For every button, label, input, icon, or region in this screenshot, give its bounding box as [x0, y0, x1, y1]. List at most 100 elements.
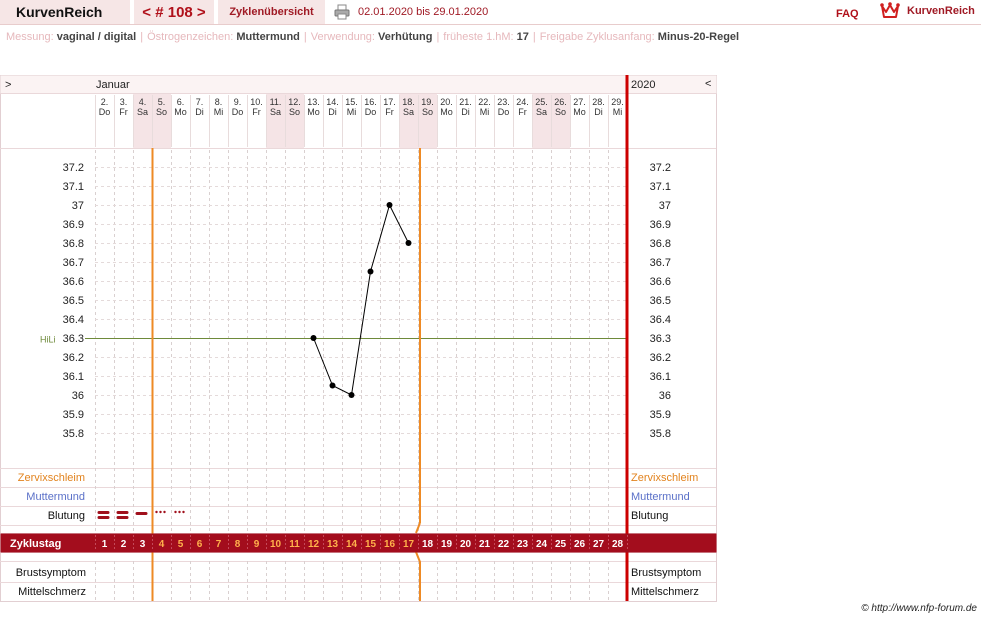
- day-date-label: 17.: [383, 97, 396, 107]
- day-date-label: 28.: [592, 97, 605, 107]
- temperature-chart: > Januar 2020 <2.Do3.Fr4.Sa5.So6.Mo7.Di8.Mi…: [0, 75, 717, 602]
- day-weekday-label: So: [156, 107, 167, 117]
- day-weekday-label: Di: [328, 107, 337, 117]
- meta-value: Muttermund: [236, 31, 300, 43]
- header-divider: [0, 24, 981, 25]
- y-tick-left: 35.8: [63, 428, 84, 440]
- cycle-day-number: 17: [403, 539, 415, 550]
- meta-value: Minus-20-Regel: [657, 31, 740, 43]
- day-weekday-label: Sa: [137, 107, 148, 117]
- day-weekday-label: Do: [232, 107, 244, 117]
- day-date-label: 21.: [459, 97, 472, 107]
- y-tick-right: 36.4: [650, 314, 671, 326]
- symptom-row-label-left: Brustsymptom: [16, 567, 86, 579]
- logo-text: KurvenReich: [907, 5, 975, 17]
- day-weekday-label: Sa: [403, 107, 414, 117]
- cycle-day-number: 25: [555, 539, 567, 550]
- day-weekday-label: So: [555, 107, 566, 117]
- temperature-point: [348, 392, 355, 398]
- printer-icon[interactable]: [334, 4, 350, 20]
- day-weekday-label: Fr: [518, 107, 527, 117]
- obs-row-label-right: Blutung: [631, 510, 668, 522]
- y-tick-left: 36.6: [63, 276, 84, 288]
- y-tick-left: 37.2: [63, 162, 84, 174]
- y-tick-left: 36.9: [63, 219, 84, 231]
- zyklustag-bar: [0, 533, 717, 553]
- cycle-navigator[interactable]: < # 108 >: [134, 0, 214, 24]
- y-tick-right: 36.6: [650, 276, 671, 288]
- symptom-row-label-right: Mittelschmerz: [631, 586, 699, 598]
- meta-separator: |: [532, 31, 536, 43]
- temperature-point: [405, 240, 412, 246]
- bleeding-medium-mark: [135, 512, 148, 515]
- cycle-day-number: 11: [289, 539, 300, 550]
- day-date-label: 20.: [440, 97, 453, 107]
- meta-value: 17: [516, 31, 529, 43]
- y-tick-left: 36.1: [63, 371, 84, 383]
- y-tick-right: 35.8: [650, 428, 671, 440]
- cycle-day-number: 22: [498, 539, 510, 550]
- y-tick-left: 37.1: [63, 181, 84, 193]
- temperature-point: [386, 202, 393, 208]
- cycle-day-number: 16: [384, 539, 396, 550]
- day-weekday-label: Di: [195, 107, 204, 117]
- cycle-day-number: 27: [593, 539, 605, 550]
- cycle-day-number: 19: [441, 539, 453, 550]
- day-date-label: 15.: [345, 97, 358, 107]
- y-tick-right: 36.2: [650, 352, 671, 364]
- day-date-label: 2.: [101, 97, 109, 107]
- bleeding-heavy-mark: [116, 516, 129, 519]
- day-weekday-label: Sa: [536, 107, 547, 117]
- cycle-day-number: 4: [159, 539, 165, 550]
- day-date-label: 12.: [288, 97, 301, 107]
- cycle-day-number: 1: [102, 539, 108, 550]
- bleeding-heavy-mark: [97, 516, 110, 519]
- crown-logo-icon: [880, 2, 900, 18]
- bleeding-spotting-dot: [174, 510, 177, 514]
- cycle-day-number: 18: [422, 539, 434, 550]
- meta-key: Freigabe Zyklusanfang:: [539, 31, 658, 43]
- day-weekday-label: Di: [594, 107, 603, 117]
- y-tick-right: 36.8: [650, 238, 671, 250]
- meta-value: vaginal / digital: [56, 31, 137, 43]
- day-date-label: 29.: [611, 97, 624, 107]
- cycle-day-number: 10: [270, 539, 282, 550]
- y-tick-right: 36.7: [650, 257, 671, 269]
- meta-key: Verwendung:: [310, 31, 379, 43]
- day-date-label: 3.: [120, 97, 128, 107]
- zyklustag-label: Zyklustag: [10, 538, 61, 550]
- faq-link[interactable]: FAQ: [836, 8, 859, 20]
- day-weekday-label: Do: [365, 107, 377, 117]
- cycle-day-number: 26: [574, 539, 586, 550]
- y-tick-right: 36.9: [650, 219, 671, 231]
- cycle-day-number: 3: [140, 539, 146, 550]
- settings-summary: Messung: vaginal / digital | Östrogenzeich…: [6, 31, 739, 43]
- day-weekday-label: Mo: [573, 107, 586, 117]
- cycle-day-number: 12: [308, 539, 320, 550]
- day-weekday-label: Mo: [440, 107, 453, 117]
- day-date-label: 11.: [270, 97, 282, 107]
- cycle-day-number: 20: [460, 539, 472, 550]
- day-date-label: 18.: [402, 97, 415, 107]
- cycle-overview-link[interactable]: Zyklenübersicht: [218, 0, 325, 24]
- month-label: Januar: [96, 79, 130, 91]
- day-weekday-label: So: [422, 107, 433, 117]
- meta-separator: |: [140, 31, 144, 43]
- nav-prev-arrow[interactable]: >: [5, 79, 11, 91]
- cycle-day-number: 23: [517, 539, 529, 550]
- brand-title: KurvenReich: [0, 0, 130, 24]
- day-date-label: 16.: [364, 97, 377, 107]
- temperature-point: [367, 268, 374, 275]
- y-tick-right: 36: [659, 390, 671, 402]
- day-date-label: 26.: [554, 97, 567, 107]
- meta-key: Messung:: [6, 31, 57, 43]
- day-date-label: 9.: [234, 97, 242, 107]
- y-tick-right: 37.2: [650, 162, 671, 174]
- y-tick-right: 36.1: [650, 371, 671, 383]
- cycle-day-number: 5: [178, 539, 184, 550]
- day-date-label: 19.: [421, 97, 434, 107]
- day-weekday-label: Mi: [214, 107, 224, 117]
- obs-row-label-left: Blutung: [48, 510, 85, 522]
- nav-next-arrow[interactable]: <: [705, 78, 711, 90]
- day-date-label: 4.: [139, 97, 147, 107]
